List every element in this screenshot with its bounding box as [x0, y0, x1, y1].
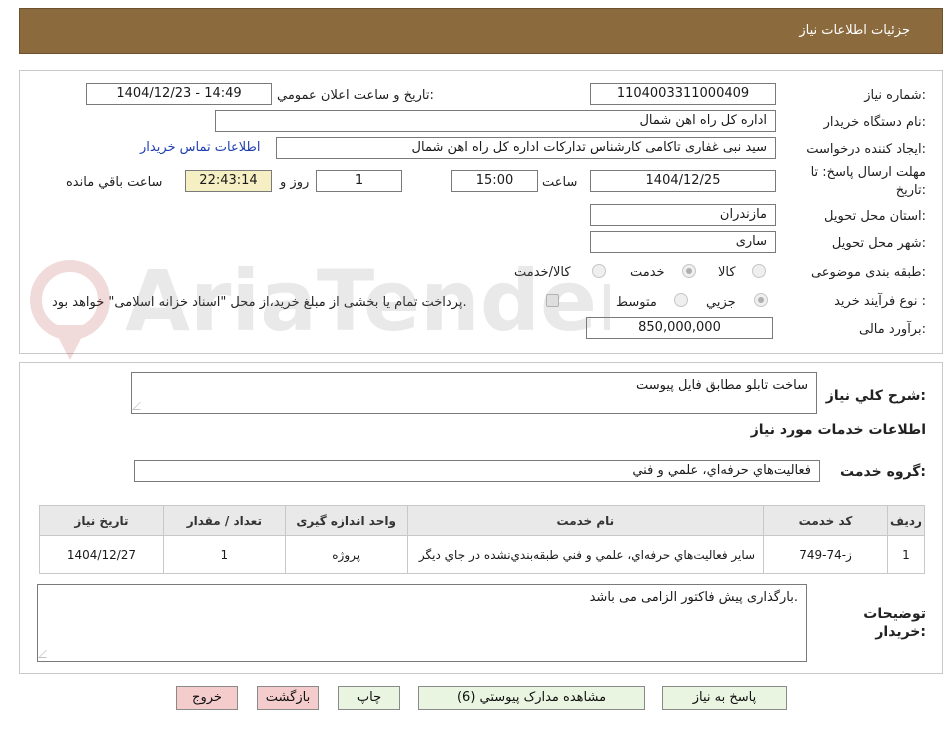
announce-label: تاريخ و ساعت اعلان عمومي:	[277, 88, 434, 103]
col-need-date: تاريخ نياز	[39, 505, 164, 536]
days-label: روز و	[280, 175, 310, 190]
province-field: مازندران	[590, 204, 776, 226]
creator-field: سید نبی غفاری تاکامی کارشناس تدارکات ادا…	[276, 137, 776, 159]
deadline-date-field: 1404/12/25	[590, 170, 776, 192]
table-row: 1404/12/27 1 پروژه ساير فعاليت‌هاي حرفه‌…	[39, 535, 926, 574]
deadline-label: مهلت ارسال پاسخ: تا	[810, 165, 926, 180]
process-minor-radio[interactable]	[754, 293, 768, 307]
remaining-time-field: 22:43:14	[185, 170, 272, 192]
deadline-time-field: 15:00	[451, 170, 538, 192]
cell-unit: پروژه	[284, 535, 408, 574]
buyer-org-label: نام دستگاه خريدار:	[823, 115, 926, 130]
need-number-label: شماره نياز:	[864, 88, 926, 103]
print-button[interactable]: چاپ	[338, 686, 400, 710]
col-service-code: کد خدمت	[763, 505, 888, 536]
col-unit: واحد اندازه گيری	[284, 505, 408, 536]
category-service-radio[interactable]	[682, 264, 696, 278]
view-attachments-button[interactable]: مشاهده مدارک پيوستي (6)	[418, 686, 645, 710]
process-medium-radio[interactable]	[674, 293, 688, 307]
watermark-text: AriaTender.net	[125, 252, 610, 350]
city-label: شهر محل تحويل:	[831, 236, 926, 251]
service-group-field: فعاليت‌هاي حرفه‌اي، علمي و فني	[134, 460, 820, 482]
cell-service-code: ز-74-749	[763, 535, 888, 574]
budget-label: برآورد مالی:	[859, 322, 926, 337]
process-medium-label: متوسط	[616, 295, 657, 310]
announce-field: 1404/12/23 - 14:49	[86, 83, 272, 105]
page-header: جزئيات اطلاعات نياز	[19, 8, 943, 54]
description-label: شرح کلي نياز:	[825, 388, 926, 404]
services-section-title: اطلاعات خدمات مورد نياز	[750, 422, 926, 438]
deadline-label-2: تاريخ:	[895, 183, 926, 198]
category-service-label: خدمت	[630, 265, 665, 280]
process-label: نوع فرآيند خريد :	[834, 294, 926, 309]
table-header-row: تاريخ نياز تعداد / مقدار واحد اندازه گير…	[39, 505, 926, 536]
cell-index: 1	[886, 535, 926, 574]
city-field: ساری	[590, 231, 776, 253]
buyer-notes-label-2: خريدار:	[875, 624, 926, 640]
cell-need-date: 1404/12/27	[39, 535, 164, 574]
budget-field: 850,000,000	[586, 317, 773, 339]
category-label: طبقه بندی موضوعی:	[810, 265, 926, 280]
watermark-logo: AriaTender.net	[30, 252, 610, 360]
days-field: 1	[316, 170, 402, 192]
process-minor-label: جزيي	[706, 295, 736, 310]
province-label: استان محل تحويل:	[824, 209, 926, 224]
exit-button[interactable]: خروج	[176, 686, 238, 710]
col-qty: تعداد / مقدار	[162, 505, 286, 536]
category-goods-label: کالا	[718, 265, 736, 280]
need-number-field: 1104003311000409	[590, 83, 776, 105]
service-group-label: گروه خدمت:	[840, 464, 926, 480]
buyer-notes-label: توضيحات	[863, 606, 926, 622]
reply-to-need-button[interactable]: پاسخ به نياز	[662, 686, 787, 710]
buyer-notes-field[interactable]: بارگذاری پیش فاکتور الزامی می باشد.	[37, 584, 807, 662]
buyer-contact-link[interactable]: اطلاعات تماس خريدار	[140, 140, 260, 155]
description-field[interactable]: ساخت تابلو مطابق فایل پیوست	[131, 372, 817, 414]
cell-service-name: ساير فعاليت‌هاي حرفه‌اي، علمي و فني طبقه…	[406, 535, 765, 574]
time-label: ساعت	[542, 175, 578, 190]
services-table: تاريخ نياز تعداد / مقدار واحد اندازه گير…	[39, 505, 926, 574]
category-goods-radio[interactable]	[752, 264, 766, 278]
cell-qty: 1	[162, 535, 286, 574]
col-index: رديف	[886, 505, 926, 536]
remaining-label: ساعت باقي مانده	[66, 175, 163, 190]
creator-label: ايجاد کننده درخواست:	[806, 142, 926, 157]
page-title: جزئيات اطلاعات نياز	[799, 23, 910, 38]
col-service-name: نام خدمت	[406, 505, 765, 536]
services-table-wrapper: تاريخ نياز تعداد / مقدار واحد اندازه گير…	[39, 505, 926, 574]
back-button[interactable]: بازگشت	[257, 686, 319, 710]
buyer-org-field: اداره کل راه اهن شمال	[215, 110, 776, 132]
